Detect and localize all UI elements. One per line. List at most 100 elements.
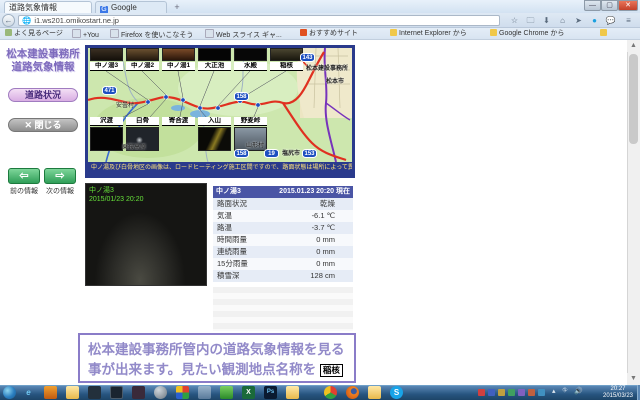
site-globe-icon: 🌐 — [22, 16, 31, 25]
camera-thumb[interactable] — [162, 48, 195, 61]
camera-label[interactable]: 水殿 — [234, 62, 267, 71]
taskbar-icon-folder-2[interactable] — [368, 386, 381, 399]
camera-thumb[interactable] — [90, 48, 123, 61]
bookmark-item[interactable]: よく見るページ — [5, 29, 63, 39]
page-icon — [72, 29, 81, 38]
map-caption: 中ノ湯及び白骨地区の画像は、ロードヒーティング施工区間ですので、路面状態は場所に… — [88, 162, 352, 175]
taskbar-icon-photoshop[interactable]: Ps — [264, 386, 277, 399]
volume-icon[interactable]: 🔊 — [574, 387, 583, 395]
maximize-button[interactable]: ▢ — [601, 0, 618, 11]
menu-hamburger-icon[interactable]: ≡ — [622, 15, 635, 27]
taskbar-icon-printer[interactable] — [198, 386, 211, 399]
chat-icon[interactable]: 💬 — [604, 15, 617, 27]
briefcase-icon[interactable]: 🗀 — [524, 15, 537, 27]
tray-icon[interactable] — [488, 389, 495, 396]
taskbar-icon-app-green[interactable] — [220, 386, 233, 399]
scroll-up-button[interactable]: ▲ — [627, 40, 640, 52]
bookmark-item[interactable]: おすすめサイト — [300, 29, 358, 39]
taskbar-icon-app-dark-1[interactable] — [88, 386, 101, 399]
taskbar-icon-folder-1[interactable] — [286, 386, 299, 399]
table-row: 連続雨量0 mm — [213, 246, 353, 258]
camera-thumb[interactable] — [198, 48, 231, 61]
taskbar-icon-excel[interactable]: X — [242, 386, 255, 399]
start-button[interactable] — [3, 386, 16, 399]
camera-label[interactable]: 中ノ湯2 — [126, 62, 159, 71]
tab-google[interactable]: GGoogle — [95, 1, 167, 13]
camera-label[interactable]: 入山 — [198, 117, 231, 126]
close-button[interactable]: ✕ — [618, 0, 638, 11]
taskbar-icon-firefox[interactable] — [346, 386, 359, 399]
minimize-button[interactable]: — — [584, 0, 601, 11]
weather-table-header: 中ノ湯3 2015.01.23 20:20 現在 — [213, 186, 353, 198]
bookmark-item[interactable]: Firefox を使いこなそう — [110, 29, 193, 39]
bookmark-folder[interactable] — [600, 29, 609, 39]
tray-icon[interactable] — [498, 389, 505, 396]
camera-thumb[interactable] — [90, 127, 123, 151]
tab-road-weather[interactable]: 道路気象情報 — [4, 1, 92, 13]
scrollbar-thumb[interactable] — [629, 54, 638, 144]
suggested-sites-icon — [300, 29, 307, 36]
table-row: 気温-6.1 ℃ — [213, 210, 353, 222]
downloads-icon[interactable]: ⬇ — [540, 15, 553, 27]
camera-label[interactable]: 稲核 — [270, 62, 303, 71]
camera-thumb[interactable] — [126, 48, 159, 61]
clock-time: 20:27 — [600, 386, 636, 393]
table-row: 路面状況乾燥 — [213, 198, 353, 210]
camera-thumb[interactable] — [270, 48, 303, 61]
taskbar-icon-app-sphere[interactable] — [154, 386, 167, 399]
route-shield: 158 — [234, 92, 249, 101]
camera-label[interactable]: 中ノ湯1 — [162, 62, 195, 71]
taskbar-clock[interactable]: 20:27 2015/03/23 — [600, 386, 636, 400]
camera-thumb[interactable] — [234, 48, 267, 61]
bookmark-folder[interactable]: Internet Explorer から — [390, 29, 467, 39]
skype-toolbar-icon[interactable]: ● — [588, 15, 601, 27]
route-shield: 153 — [302, 149, 317, 158]
scroll-down-button[interactable]: ▼ — [627, 373, 640, 385]
place-label: 山形村 — [246, 140, 264, 149]
tray-icon[interactable] — [528, 389, 535, 396]
bookmark-star-icon[interactable]: ☆ — [508, 15, 521, 27]
camera-label[interactable]: 白骨 — [126, 117, 159, 126]
weather-data-table: 中ノ湯3 2015.01.23 20:20 現在 路面状況乾燥 気温-6.1 ℃… — [213, 186, 353, 282]
taskbar-icon-skype[interactable]: S — [390, 386, 403, 399]
close-panel-button[interactable]: ✕ 閉じる — [8, 118, 78, 132]
camera-overlay-station: 中ノ湯3 — [89, 187, 114, 195]
taskbar-icon-explorer-folder[interactable] — [66, 386, 79, 399]
taskbar-icon-media-player[interactable] — [44, 386, 57, 399]
taskbar-icon-chrome[interactable] — [324, 386, 337, 399]
prev-info-button[interactable]: ⇦ — [8, 168, 40, 184]
tray-icon[interactable] — [518, 389, 525, 396]
taskbar-icon-app-dark-2[interactable] — [110, 386, 123, 399]
network-icon[interactable]: ⛗ — [562, 387, 568, 395]
new-tab-button[interactable]: + — [170, 2, 184, 13]
camera-label[interactable]: 中ノ湯3 — [90, 62, 123, 71]
address-bar[interactable]: 🌐i1.ws201.omikostart.ne.jp — [18, 15, 500, 26]
road-status-button[interactable]: 道路状況 — [8, 88, 78, 102]
observation-timestamp: 2015.01.23 20:20 現在 — [279, 186, 350, 198]
tray-icon[interactable] — [508, 389, 515, 396]
page-title: 松本建設事務所 道路気象情報 — [2, 48, 84, 74]
camera-label[interactable]: 沢渡 — [90, 117, 123, 126]
taskbar-icon-app-grid[interactable] — [176, 386, 189, 399]
camera-thumb[interactable] — [198, 127, 231, 151]
send-icon[interactable]: ➤ — [572, 15, 585, 27]
tray-expand-icon[interactable]: ▴ — [552, 387, 556, 395]
tray-icon[interactable] — [538, 389, 545, 396]
back-button[interactable]: ← — [2, 14, 15, 27]
camera-label[interactable]: 寄合渡 — [162, 117, 195, 126]
taskbar-icon-internet-explorer[interactable]: e — [22, 386, 35, 399]
taskbar-icon-app-dark-3[interactable] — [132, 386, 145, 399]
bookmark-folder[interactable]: Google Chrome から — [490, 29, 564, 39]
home-icon[interactable]: ⌂ — [556, 15, 569, 27]
bookmark-item[interactable]: +You — [72, 29, 99, 39]
folder-icon — [600, 29, 607, 36]
next-info-button[interactable]: ⇨ — [44, 168, 76, 184]
live-camera-image: 中ノ湯3 2015/01/23 20:20 — [85, 183, 207, 286]
bookmark-item[interactable]: Web スライス ギャ... — [205, 29, 282, 39]
camera-label[interactable]: 大正池 — [198, 62, 231, 71]
inakoshi-station-button[interactable]: 稲核 — [320, 364, 343, 377]
place-label: 塩尻市 — [282, 148, 300, 157]
camera-label[interactable]: 野麦峠 — [234, 117, 267, 126]
tab-label: Google — [111, 3, 137, 12]
tray-icon[interactable] — [478, 389, 485, 396]
